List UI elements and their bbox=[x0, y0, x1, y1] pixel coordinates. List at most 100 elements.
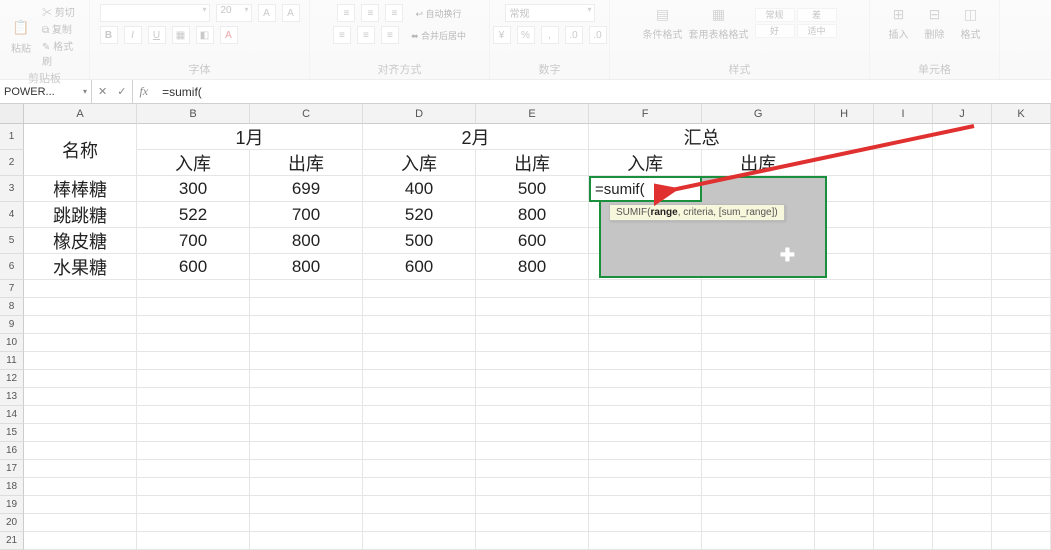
cell-K7[interactable] bbox=[992, 280, 1051, 298]
col-header-F[interactable]: F bbox=[589, 104, 702, 124]
cell-K21[interactable] bbox=[992, 532, 1051, 550]
cell-K3[interactable] bbox=[992, 176, 1051, 202]
cell-A7[interactable] bbox=[24, 280, 137, 298]
cell-F13[interactable] bbox=[589, 388, 702, 406]
cell-J4[interactable] bbox=[933, 202, 992, 228]
cell-E9[interactable] bbox=[476, 316, 589, 334]
cell-F3[interactable]: =sumif( bbox=[589, 176, 702, 202]
cell-I19[interactable] bbox=[874, 496, 933, 514]
cut-button[interactable]: ✂ 剪切 bbox=[42, 4, 83, 19]
cell-G15[interactable] bbox=[702, 424, 815, 442]
row-header-21[interactable]: 21 bbox=[0, 532, 24, 550]
cell-D2[interactable]: 入库 bbox=[363, 150, 476, 176]
cell-A5[interactable]: 橡皮糖 bbox=[24, 228, 137, 254]
cell-K8[interactable] bbox=[992, 298, 1051, 316]
cell-J2[interactable] bbox=[933, 150, 992, 176]
row-header-10[interactable]: 10 bbox=[0, 334, 24, 352]
cell-K4[interactable] bbox=[992, 202, 1051, 228]
format-painter-button[interactable]: ✎ 格式刷 bbox=[42, 38, 83, 68]
cell-B21[interactable] bbox=[137, 532, 250, 550]
row-header-2[interactable]: 2 bbox=[0, 150, 24, 176]
cell-K15[interactable] bbox=[992, 424, 1051, 442]
cell-D18[interactable] bbox=[363, 478, 476, 496]
cell-B12[interactable] bbox=[137, 370, 250, 388]
cell-F21[interactable] bbox=[589, 532, 702, 550]
cell-F15[interactable] bbox=[589, 424, 702, 442]
cell-G17[interactable] bbox=[702, 460, 815, 478]
row-header-18[interactable]: 18 bbox=[0, 478, 24, 496]
cell-G12[interactable] bbox=[702, 370, 815, 388]
cell-K1[interactable] bbox=[992, 124, 1051, 150]
cell-B13[interactable] bbox=[137, 388, 250, 406]
cell-K13[interactable] bbox=[992, 388, 1051, 406]
cell-D16[interactable] bbox=[363, 442, 476, 460]
row-header-3[interactable]: 3 bbox=[0, 176, 24, 202]
cell-H2[interactable] bbox=[815, 150, 874, 176]
cell-J13[interactable] bbox=[933, 388, 992, 406]
cell-B2[interactable]: 入库 bbox=[137, 150, 250, 176]
cell-D10[interactable] bbox=[363, 334, 476, 352]
col-header-A[interactable]: A bbox=[24, 104, 137, 124]
cell-A6[interactable]: 水果糖 bbox=[24, 254, 137, 280]
row-header-16[interactable]: 16 bbox=[0, 442, 24, 460]
cell-I7[interactable] bbox=[874, 280, 933, 298]
cell-A13[interactable] bbox=[24, 388, 137, 406]
cell-J17[interactable] bbox=[933, 460, 992, 478]
row-header-9[interactable]: 9 bbox=[0, 316, 24, 334]
cell-F1[interactable]: 汇总 bbox=[589, 124, 815, 150]
cell-E4[interactable]: 800 bbox=[476, 202, 589, 228]
cell-A20[interactable] bbox=[24, 514, 137, 532]
conditional-format-button[interactable]: ▤条件格式 bbox=[643, 4, 683, 41]
cell-C19[interactable] bbox=[250, 496, 363, 514]
row-header-1[interactable]: 1 bbox=[0, 124, 24, 150]
cell-J19[interactable] bbox=[933, 496, 992, 514]
cell-E16[interactable] bbox=[476, 442, 589, 460]
number-format-select[interactable]: 常规 bbox=[505, 4, 595, 22]
delete-cells-button[interactable]: ⊟删除 bbox=[920, 4, 950, 41]
cell-A10[interactable] bbox=[24, 334, 137, 352]
increase-font-button[interactable]: A bbox=[258, 4, 276, 22]
cell-I16[interactable] bbox=[874, 442, 933, 460]
cell-C12[interactable] bbox=[250, 370, 363, 388]
cell-I20[interactable] bbox=[874, 514, 933, 532]
decrease-decimal-button[interactable]: .0 bbox=[589, 26, 607, 44]
cell-D1[interactable]: 2月 bbox=[363, 124, 589, 150]
cell-F9[interactable] bbox=[589, 316, 702, 334]
cell-H10[interactable] bbox=[815, 334, 874, 352]
cell-A14[interactable] bbox=[24, 406, 137, 424]
cell-H15[interactable] bbox=[815, 424, 874, 442]
cell-K12[interactable] bbox=[992, 370, 1051, 388]
cell-C6[interactable]: 800 bbox=[250, 254, 363, 280]
cell-E14[interactable] bbox=[476, 406, 589, 424]
cell-E8[interactable] bbox=[476, 298, 589, 316]
col-header-K[interactable]: K bbox=[992, 104, 1051, 124]
cell-C10[interactable] bbox=[250, 334, 363, 352]
cell-J6[interactable] bbox=[933, 254, 992, 280]
cell-I15[interactable] bbox=[874, 424, 933, 442]
cell-C11[interactable] bbox=[250, 352, 363, 370]
cell-J1[interactable] bbox=[933, 124, 992, 150]
cell-C2[interactable]: 出库 bbox=[250, 150, 363, 176]
style-normal[interactable]: 常规 bbox=[755, 8, 795, 22]
font-size-select[interactable]: 20 bbox=[216, 4, 252, 22]
cell-A16[interactable] bbox=[24, 442, 137, 460]
cell-B6[interactable]: 600 bbox=[137, 254, 250, 280]
cell-B16[interactable] bbox=[137, 442, 250, 460]
cell-K16[interactable] bbox=[992, 442, 1051, 460]
cell-I9[interactable] bbox=[874, 316, 933, 334]
cell-C16[interactable] bbox=[250, 442, 363, 460]
cell-B15[interactable] bbox=[137, 424, 250, 442]
cell-D14[interactable] bbox=[363, 406, 476, 424]
col-header-G[interactable]: G bbox=[702, 104, 815, 124]
cell-C21[interactable] bbox=[250, 532, 363, 550]
fill-color-button[interactable]: ◧ bbox=[196, 26, 214, 44]
cell-I2[interactable] bbox=[874, 150, 933, 176]
cell-H18[interactable] bbox=[815, 478, 874, 496]
cell-H21[interactable] bbox=[815, 532, 874, 550]
cell-G18[interactable] bbox=[702, 478, 815, 496]
cell-C13[interactable] bbox=[250, 388, 363, 406]
cell-D21[interactable] bbox=[363, 532, 476, 550]
cell-H9[interactable] bbox=[815, 316, 874, 334]
cell-J3[interactable] bbox=[933, 176, 992, 202]
copy-button[interactable]: ⧉ 复制 bbox=[42, 21, 83, 36]
